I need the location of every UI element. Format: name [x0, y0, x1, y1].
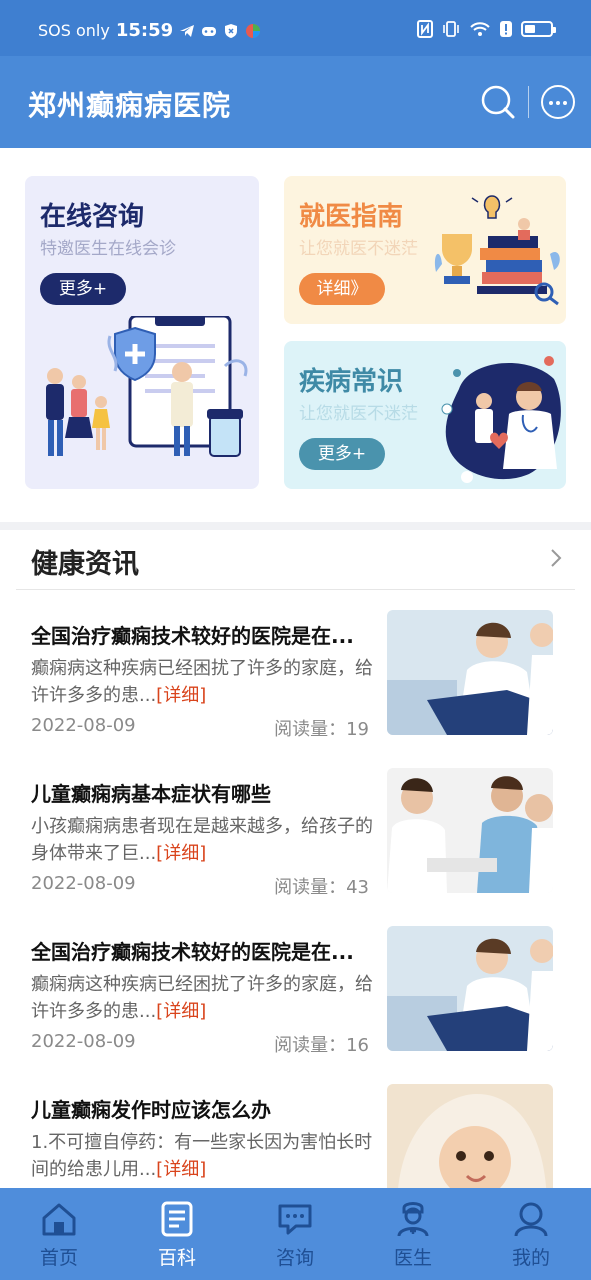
user-icon [514, 1202, 548, 1237]
news-title: 儿童癫痫发作时应该怎么办 [31, 1098, 271, 1122]
doctor-icon [397, 1202, 429, 1237]
doctors-illustration [441, 356, 561, 483]
nav-encyclopedia-label: 百科 [157, 1247, 196, 1269]
vibrate-icon [443, 21, 459, 37]
chevron-right-icon[interactable] [546, 548, 566, 568]
wifi-icon [470, 22, 490, 36]
medical-guide-detail-button[interactable]: 详细》 [299, 273, 385, 305]
online-consult-card[interactable]: 在线咨询 特邀医生在线会诊 更多+ [25, 176, 259, 489]
news-detail-link[interactable]: [详细] [156, 1159, 206, 1180]
home-icon [42, 1203, 76, 1236]
disease-knowledge-subtitle: 让您就医不迷茫 [299, 404, 418, 424]
telegram-icon [180, 24, 195, 37]
nav-consult-label: 咨询 [275, 1247, 314, 1269]
books-trophy-illustration [434, 195, 560, 306]
medical-guide-card[interactable]: 就医指南 让您就医不迷茫 详细》 [284, 176, 566, 324]
news-summary: 癫痫病这种疾病已经困扰了许多的家庭，给许许多多的患...[详细] [31, 655, 376, 709]
clock: 15:59 [115, 20, 174, 41]
nav-profile[interactable]: 我的 [472, 1188, 590, 1280]
carrier-text: SOS only [38, 21, 110, 40]
news-detail-link[interactable]: [详细] [156, 843, 206, 864]
nav-home-label: 首页 [39, 1247, 78, 1269]
news-read-count: 阅读量：16 [274, 1035, 369, 1056]
news-detail-link[interactable]: [详细] [156, 685, 206, 706]
header-separator [528, 86, 529, 118]
status-right [417, 20, 556, 38]
app-colorful-icon [246, 23, 261, 38]
app-header: 郑州癫痫病医院 [0, 56, 591, 148]
battery-icon [521, 21, 556, 37]
feature-cards: 在线咨询 特邀医生在线会诊 更多+ 就医指南 让您就医不迷茫 详细》 疾病常识 … [0, 148, 591, 522]
disease-knowledge-more-button[interactable]: 更多+ [299, 438, 385, 470]
news-read-count: 阅读量：43 [274, 877, 369, 898]
encyclopedia-icon [161, 1201, 193, 1237]
nav-profile-label: 我的 [511, 1247, 550, 1269]
news-title: 全国治疗癫痫技术较好的医院是在... [31, 940, 354, 964]
online-consult-title: 在线咨询 [40, 202, 145, 232]
news-item[interactable]: 全国治疗癫痫技术较好的医院是在... 癫痫病这种疾病已经困扰了许多的家庭，给许许… [0, 926, 591, 1094]
game-icon [202, 26, 217, 36]
health-news-header[interactable]: 健康资讯 [0, 530, 591, 590]
alert-icon [500, 21, 512, 37]
status-bar: SOS only 15:59 [0, 0, 591, 56]
more-dots-icon[interactable] [541, 85, 575, 119]
news-date: 2022-08-09 [31, 715, 136, 736]
section-underline [16, 589, 575, 590]
online-consult-subtitle: 特邀医生在线会诊 [40, 239, 176, 259]
news-thumbnail[interactable] [387, 768, 553, 893]
news-thumbnail[interactable] [387, 610, 553, 735]
section-divider [0, 522, 591, 530]
news-date: 2022-08-09 [31, 1031, 136, 1052]
news-summary: 1.不可擅自停药：有一些家长因为害怕长时间的给患儿用...[详细] [31, 1129, 376, 1183]
news-thumbnail[interactable] [387, 926, 553, 1051]
news-item[interactable]: 全国治疗癫痫技术较好的医院是在... 癫痫病这种疾病已经困扰了许多的家庭，给许许… [0, 610, 591, 778]
news-summary: 小孩癫痫病患者现在是越来越多，给孩子的身体带来了巨...[详细] [31, 813, 376, 867]
bottom-navigation: 首页 百科 咨询 医生 我的 [0, 1188, 591, 1280]
disease-knowledge-card[interactable]: 疾病常识 让您就医不迷茫 更多+ [284, 341, 566, 489]
family-clipboard-illustration [46, 316, 248, 457]
nfc-icon [417, 20, 433, 38]
chat-icon [278, 1204, 312, 1235]
nav-doctor-label: 医生 [393, 1247, 432, 1269]
news-date: 2022-08-09 [31, 873, 136, 894]
news-item[interactable]: 儿童癫痫病基本症状有哪些 小孩癫痫病患者现在是越来越多，给孩子的身体带来了巨..… [0, 768, 591, 936]
health-news-title: 健康资讯 [31, 549, 139, 580]
nav-consult[interactable]: 咨询 [236, 1188, 354, 1280]
news-title: 全国治疗癫痫技术较好的医院是在... [31, 624, 354, 648]
disease-knowledge-title: 疾病常识 [299, 367, 404, 397]
news-read-count: 阅读量：19 [274, 719, 369, 740]
nav-home[interactable]: 首页 [0, 1188, 118, 1280]
medical-guide-subtitle: 让您就医不迷茫 [299, 239, 418, 259]
nav-encyclopedia[interactable]: 百科 [118, 1188, 236, 1280]
news-summary: 癫痫病这种疾病已经困扰了许多的家庭，给许许多多的患...[详细] [31, 971, 376, 1025]
shield-x-icon [225, 23, 238, 38]
page-title: 郑州癫痫病医院 [28, 89, 232, 122]
status-left: SOS only 15:59 [38, 20, 261, 41]
news-detail-link[interactable]: [详细] [156, 1001, 206, 1022]
search-icon[interactable] [480, 84, 516, 120]
medical-guide-title: 就医指南 [299, 202, 404, 232]
nav-doctor[interactable]: 医生 [354, 1188, 472, 1280]
news-title: 儿童癫痫病基本症状有哪些 [31, 782, 271, 806]
online-consult-more-button[interactable]: 更多+ [40, 273, 126, 305]
